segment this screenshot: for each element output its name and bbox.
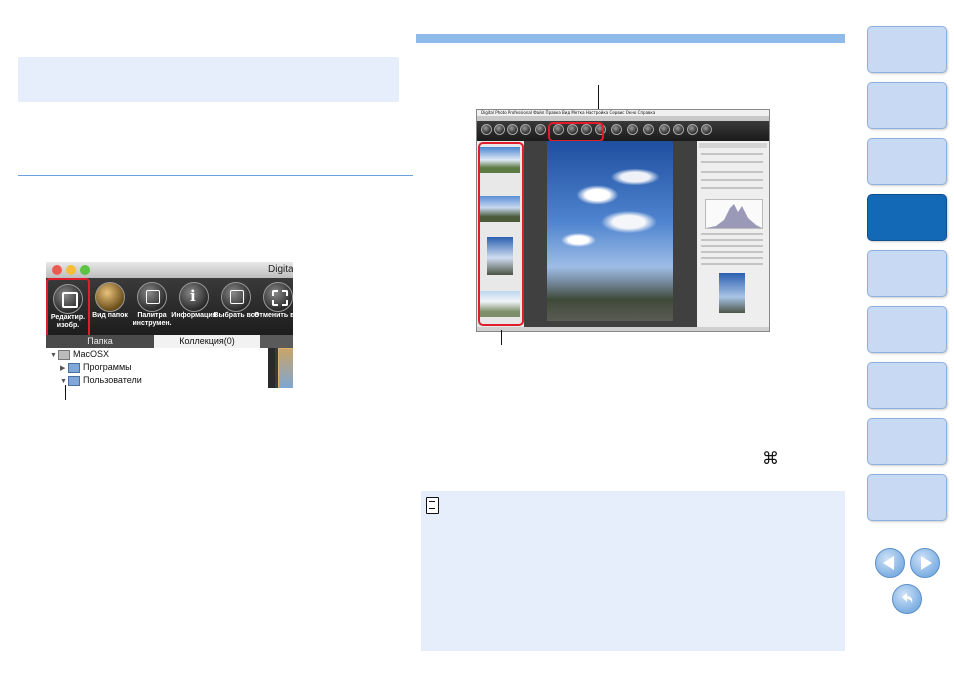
mac-titlebar: Digita [46, 262, 293, 278]
dpp-menu-text: Digital Photo Professional Файл Правка В… [481, 110, 656, 115]
image-preview [524, 141, 697, 327]
folder-tree: ▼ MacOSX ▶ Программы ▼ Пользователи [46, 348, 268, 388]
chapter-tab-8[interactable] [867, 418, 947, 465]
status-bar [477, 327, 769, 331]
back-button[interactable] [892, 584, 922, 614]
callout-line [501, 330, 502, 345]
thumbnail-strip [275, 348, 293, 388]
mac-toolbar: Редактир. изобр. Вид папок Палитра инстр… [46, 278, 293, 338]
tree-item-macosx[interactable]: ▼ MacOSX [50, 348, 109, 361]
histogram [705, 199, 763, 229]
navigator-thumbnail [719, 273, 745, 313]
thumbnail-highlight [478, 142, 524, 326]
tab-folder[interactable]: Папка [46, 335, 154, 348]
chapter-tab-2[interactable] [867, 82, 947, 129]
chapter-tab-1[interactable] [867, 26, 947, 73]
thumbnail-panel [477, 141, 524, 327]
chapter-tab-3[interactable] [867, 138, 947, 185]
next-page-button[interactable] [910, 548, 940, 578]
tree-item-programs[interactable]: ▶ Программы [60, 361, 132, 374]
chapter-tab-9[interactable] [867, 474, 947, 521]
chapter-tab-7[interactable] [867, 362, 947, 409]
folder-icon [68, 362, 80, 373]
preview-photo [547, 141, 673, 321]
window-title: Digita [268, 264, 293, 275]
close-button[interactable] [52, 265, 62, 275]
note-icon [426, 497, 439, 514]
tree-label: Программы [83, 362, 132, 372]
command-key-symbol: ⌘ [762, 449, 779, 469]
dpp-edit-window-screenshot: Digital Photo Professional Файл Правка В… [476, 109, 770, 332]
section-bar [416, 34, 845, 43]
select-all-button[interactable]: Выбрать все [213, 278, 259, 334]
chapter-tab-4-active[interactable] [867, 194, 947, 241]
tab-collection[interactable]: Коллекция(0) [154, 335, 260, 348]
section-divider [18, 175, 413, 176]
disk-icon [58, 349, 70, 360]
arrow-left-icon [883, 556, 894, 570]
chapter-tab-5[interactable] [867, 250, 947, 297]
select-all-icon [221, 282, 251, 312]
return-icon [902, 593, 913, 603]
deselect-all-button[interactable]: Отменить все [254, 278, 293, 334]
folder-view-button[interactable]: Вид папок [90, 278, 130, 334]
browser-tabs: Папка Коллекция(0) [46, 335, 293, 348]
minimize-button[interactable] [66, 265, 76, 275]
tool-palette-icon [137, 282, 167, 312]
note-box [421, 491, 845, 651]
tree-label: MacOSX [73, 349, 110, 359]
edit-image-icon [53, 284, 83, 314]
folder-icon [68, 375, 80, 386]
tree-item-users[interactable]: ▼ Пользователи [60, 374, 142, 387]
deselect-all-icon [263, 282, 293, 312]
dpp-toolbar [477, 121, 769, 142]
disclosure-down-icon[interactable]: ▼ [60, 375, 68, 388]
deselect-all-label: Отменить все [253, 312, 293, 319]
zoom-button[interactable] [80, 265, 90, 275]
tool-palette-button[interactable]: Палитра инструмен. [132, 278, 172, 334]
edit-image-button[interactable]: Редактир. изобр. [46, 278, 90, 338]
chapter-tab-6[interactable] [867, 306, 947, 353]
tool-palette [697, 141, 769, 327]
arrow-right-icon [921, 556, 932, 570]
info-icon: i [179, 282, 209, 312]
info-button[interactable]: i Информация [171, 278, 217, 334]
toolbar-highlight [548, 122, 604, 142]
tree-label: Пользователи [83, 375, 142, 385]
callout-line [65, 385, 66, 400]
folder-view-icon [95, 282, 125, 312]
mac-window-screenshot: Digita Редактир. изобр. Вид папок Палитр… [46, 262, 293, 388]
disclosure-down-icon[interactable]: ▼ [50, 349, 58, 362]
heading-box [18, 57, 399, 102]
prev-page-button[interactable] [875, 548, 905, 578]
